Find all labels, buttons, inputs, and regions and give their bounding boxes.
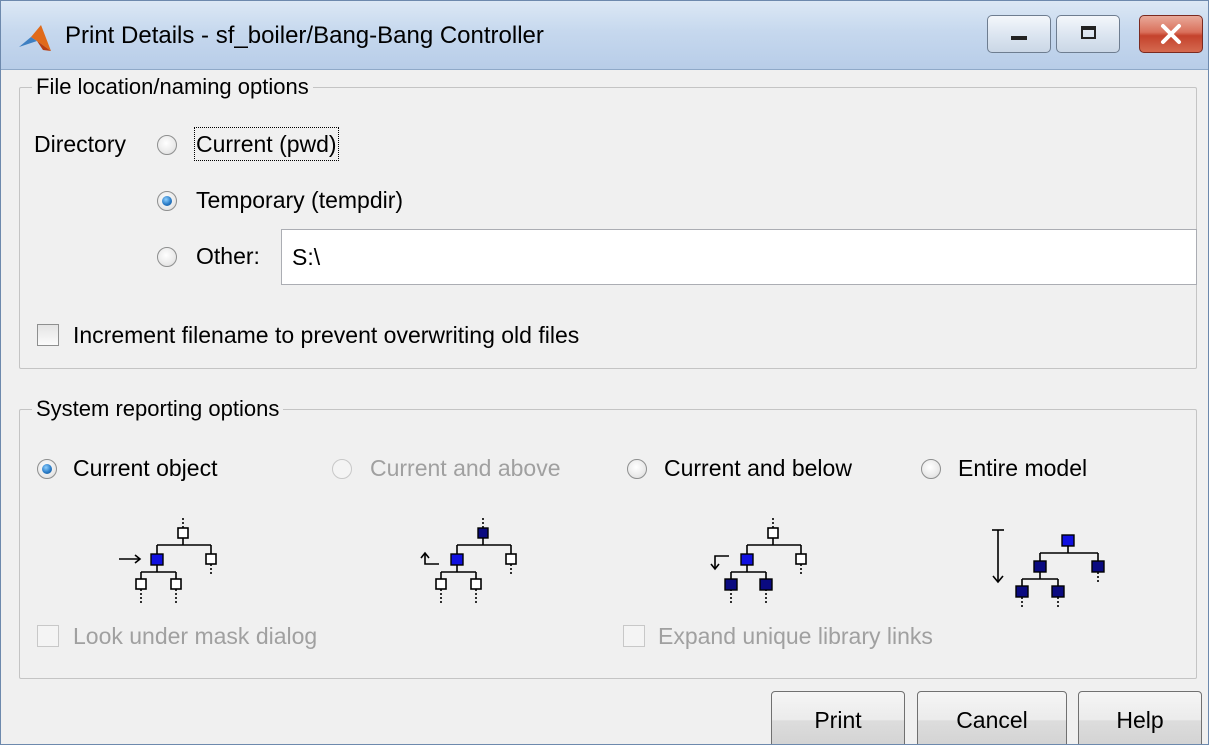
look-under-mask-checkbox[interactable] xyxy=(37,625,59,647)
maximize-button[interactable] xyxy=(1056,15,1120,53)
print-button[interactable]: Print xyxy=(771,691,905,744)
directory-label: Directory xyxy=(34,131,127,157)
close-button[interactable] xyxy=(1139,15,1203,53)
print-details-dialog: Print Details - sf_boiler/Bang-Bang Cont… xyxy=(0,0,1209,745)
file-location-group-title: File location/naming options xyxy=(32,73,313,101)
system-reporting-group-title: System reporting options xyxy=(32,395,284,423)
radio-temporary-tempdir[interactable] xyxy=(157,191,177,211)
cancel-button[interactable]: Cancel xyxy=(917,691,1067,744)
matlab-logo-icon xyxy=(19,25,51,51)
radio-current-object-label[interactable]: Current object xyxy=(73,453,217,483)
other-directory-input[interactable]: S:\ xyxy=(281,229,1197,285)
increment-filename-checkbox[interactable] xyxy=(37,324,59,346)
expand-library-links-label[interactable]: Expand unique library links xyxy=(658,621,933,651)
radio-other[interactable] xyxy=(157,247,177,267)
radio-current-and-below[interactable] xyxy=(627,459,647,479)
radio-current-and-above-label[interactable]: Current and above xyxy=(370,453,561,483)
help-button[interactable]: Help xyxy=(1078,691,1202,744)
minimize-icon xyxy=(1011,36,1027,40)
radio-current-and-below-label[interactable]: Current and below xyxy=(664,453,852,483)
look-under-mask-label[interactable]: Look under mask dialog xyxy=(73,621,317,651)
increment-filename-label[interactable]: Increment filename to prevent overwritin… xyxy=(73,320,579,350)
radio-temporary-tempdir-label[interactable]: Temporary (tempdir) xyxy=(196,185,403,215)
radio-current-pwd[interactable] xyxy=(157,135,177,155)
radio-current-pwd-label[interactable]: Current (pwd) xyxy=(194,127,339,161)
radio-current-and-above[interactable] xyxy=(332,459,352,479)
title-bar[interactable]: Print Details - sf_boiler/Bang-Bang Cont… xyxy=(1,1,1208,70)
tree-current-object-icon xyxy=(119,518,217,604)
tree-entire-model-icon xyxy=(992,529,1105,608)
expand-library-links-checkbox[interactable] xyxy=(623,625,645,647)
maximize-icon xyxy=(1081,26,1096,39)
tree-current-and-below-icon xyxy=(710,518,807,604)
radio-current-object[interactable] xyxy=(37,459,57,479)
radio-entire-model[interactable] xyxy=(921,459,941,479)
minimize-button[interactable] xyxy=(987,15,1051,53)
tree-current-and-above-icon xyxy=(420,518,517,604)
close-icon xyxy=(1161,24,1181,44)
window-title: Print Details - sf_boiler/Bang-Bang Cont… xyxy=(65,22,544,49)
radio-other-label[interactable]: Other: xyxy=(196,241,260,271)
radio-entire-model-label[interactable]: Entire model xyxy=(958,453,1087,483)
